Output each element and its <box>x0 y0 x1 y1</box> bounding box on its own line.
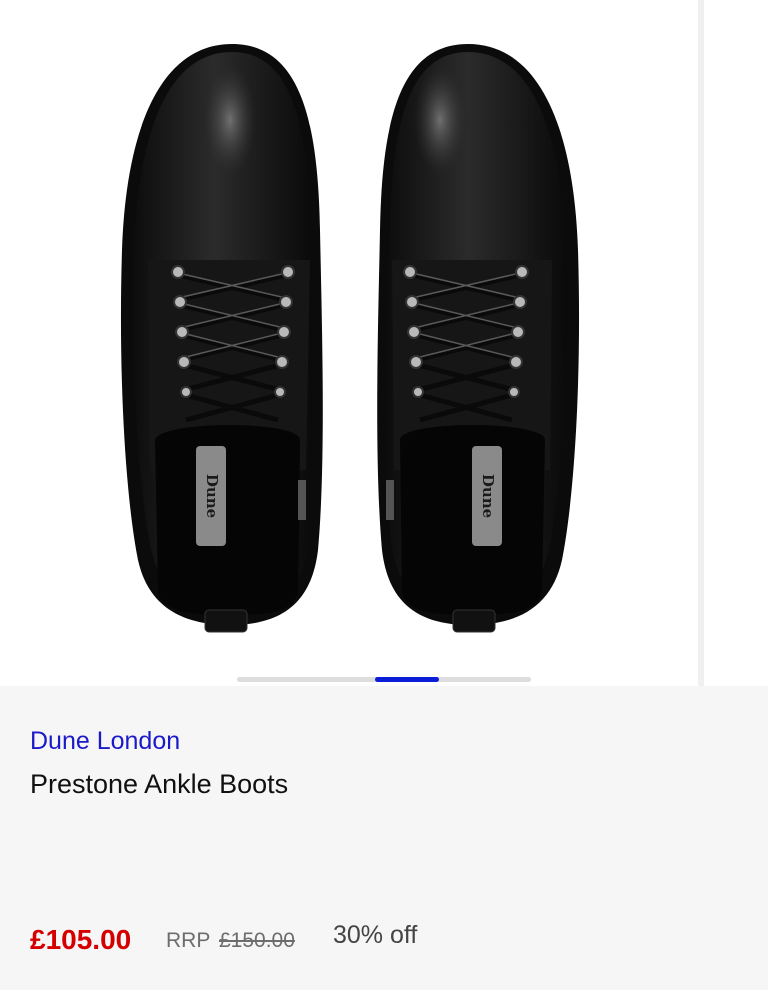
product-details: Dune London Prestone Ankle Boots £105.00… <box>0 686 768 990</box>
gallery-slide[interactable]: Dune Dune <box>0 0 698 686</box>
product-image-gallery[interactable]: Dune Dune <box>0 0 768 686</box>
rrp-price: £150.00 <box>219 929 295 952</box>
rrp-label: RRP <box>166 929 211 952</box>
right-insole-logo: Dune <box>479 474 497 518</box>
left-boot: Dune <box>120 44 323 633</box>
discount-label: 30% off <box>333 921 418 949</box>
left-insole-logo: Dune <box>203 474 221 518</box>
gallery-scroll-indicator <box>237 677 531 682</box>
product-title: Prestone Ankle Boots <box>30 769 289 799</box>
brand-link[interactable]: Dune London <box>30 726 180 756</box>
gallery-scroll-thumb <box>375 677 439 682</box>
right-boot: Dune <box>377 44 580 633</box>
product-image: Dune Dune <box>120 44 580 633</box>
next-slide-peek[interactable] <box>704 0 768 686</box>
current-price: £105.00 <box>30 924 132 955</box>
